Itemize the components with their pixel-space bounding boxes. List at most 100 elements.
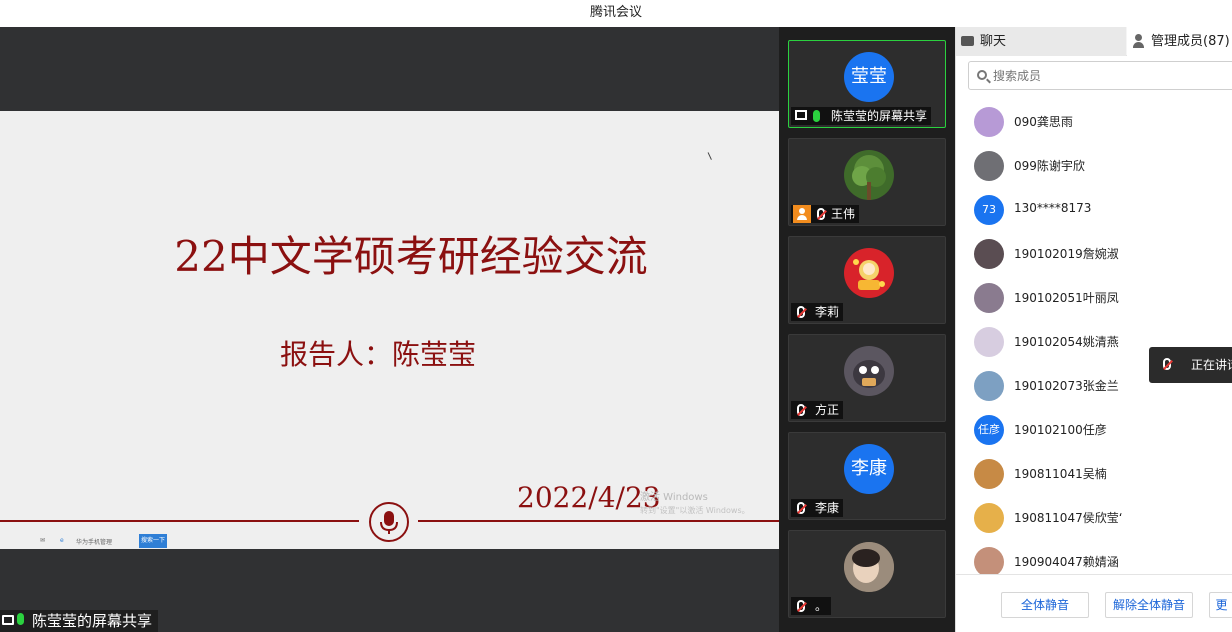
screen-share-icon [795,110,807,120]
video-tile[interactable]: 。 [788,530,946,618]
window-title: 腾讯会议 [0,0,1232,27]
tab-manage-members[interactable]: 管理成员(87) [1127,27,1232,56]
avatar [974,107,1004,137]
member-name: 190811047侯欣莹‘ [1014,511,1123,525]
member-name: 190102051叶丽凤 [1014,291,1119,305]
avatar [844,150,894,200]
avatar [844,542,894,592]
screen-share-icon [2,615,14,625]
participant-name: 。 [815,599,828,613]
search-input[interactable] [993,66,1223,86]
mic-muted-icon [797,404,805,416]
user-icon [793,205,811,223]
member-name: 130****8173 [1014,201,1092,215]
tab-members-label: 管理成员(87) [1151,34,1230,49]
participant-name: 方正 [815,403,840,417]
tile-name-label: 王伟 [791,205,860,223]
avatar: 73 [974,195,1004,225]
avatar [844,346,894,396]
member-name: 190811041吴楠 [1014,467,1107,481]
tile-name-label: 李康 [791,499,844,517]
member-name: 190102073张金兰 [1014,379,1119,393]
participant-name: 王伟 [831,207,856,221]
avatar: 任彦 [974,415,1004,445]
member-item[interactable]: 73 130****8173 [974,193,1224,227]
tile-name-label: 方正 [791,401,844,419]
member-search[interactable] [968,61,1232,90]
avatar: 李康 [844,444,894,494]
member-name: 090龚思雨 [1014,115,1073,129]
video-tile[interactable]: 王伟 [788,138,946,226]
tab-chat[interactable]: 聊天 [956,27,1126,56]
slide-divider-left [0,520,359,522]
participant-name: 李康 [815,501,840,515]
mute-all-button[interactable]: 全体静音 [1001,592,1089,618]
speaking-toast-text: 正在讲话 [1191,358,1232,372]
panel-tabs: 聊天 管理成员(87) [956,27,1232,56]
member-name: 190904047赖婧涵 [1014,555,1119,569]
taskbar-ie-icon: e [60,537,64,544]
member-icon [1133,34,1144,48]
taskbar-search-button: 搜索一下 [139,534,167,548]
avatar [974,239,1004,269]
video-tiles-column[interactable]: 莹莹 陈莹莹的屏幕共享 王伟 李莉 方正 李康 李康 。 [779,27,955,632]
search-icon [977,70,987,80]
member-actions-bar: 全体静音 解除全体静音 更 [956,574,1232,632]
chat-icon [961,36,974,46]
presentation-slide: 22中文学硕考研经验交流 报告人：陈莹莹 2022/4/23 激活 Window… [0,111,779,549]
member-name: 190102054姚清燕 [1014,335,1119,349]
member-name: 190102019詹婉淑 [1014,247,1119,261]
avatar [974,459,1004,489]
video-tile[interactable]: 方正 [788,334,946,422]
member-item[interactable]: 190102051叶丽凤 [974,281,1224,315]
member-name: 099陈谢宇欣 [1014,159,1085,173]
member-item[interactable]: 190811047侯欣莹‘ [974,501,1224,535]
participant-name: 李莉 [815,305,840,319]
avatar [974,283,1004,313]
avatar [974,327,1004,357]
member-item[interactable]: 任彦 190102100任彦 [974,413,1224,447]
mic-active-icon [813,110,820,122]
avatar [974,503,1004,533]
mic-muted-icon [797,306,805,318]
slide-reporter: 报告人：陈莹莹 [279,338,476,371]
mic-muted-icon [797,502,805,514]
embedded-taskbar: ✉ e 华为手机管理 搜索一下 [40,534,180,548]
avatar [844,248,894,298]
mic-muted-icon [797,600,805,612]
tile-name-label: 李莉 [791,303,844,321]
tab-chat-label: 聊天 [980,34,1007,49]
avatar [974,371,1004,401]
more-button[interactable]: 更 [1209,592,1232,618]
taskbar-item: 华为手机管理 [76,539,113,546]
member-item[interactable]: 099陈谢宇欣 [974,149,1224,183]
video-tile[interactable]: 莹莹 陈莹莹的屏幕共享 [788,40,946,128]
mic-muted-icon [817,208,825,220]
slide-title: 22中文学硕考研经验交流 [174,232,648,281]
activation-watermark-hint: 转到"设置"以激活 Windows。 [640,506,750,515]
member-item[interactable]: 090龚思雨 [974,105,1224,139]
member-item[interactable]: 190102019詹婉淑 [974,237,1224,271]
screen-share-label: 陈莹莹的屏幕共享 [0,610,159,632]
video-tile[interactable]: 李莉 [788,236,946,324]
unmute-all-button[interactable]: 解除全体静音 [1105,592,1193,618]
video-tile[interactable]: 李康 李康 [788,432,946,520]
member-item[interactable]: 190811041吴楠 [974,457,1224,491]
mic-active-icon [17,613,24,625]
side-panel: 聊天 管理成员(87) 090龚思雨 099陈谢宇欣 73 130****8173… [955,27,1232,632]
speaking-toast: 正在讲话 [1149,347,1232,383]
shared-screen-area: 22中文学硕考研经验交流 报告人：陈莹莹 2022/4/23 激活 Window… [0,27,779,632]
taskbar-mail-icon: ✉ [40,537,46,544]
avatar [974,547,1004,577]
tile-name-label: 。 [791,597,832,615]
participant-name: 陈莹莹的屏幕共享 [831,109,928,123]
mouse-cursor [707,150,717,160]
member-name: 190102100任彦 [1014,423,1107,437]
avatar [974,151,1004,181]
slide-divider-right [418,520,779,522]
tile-name-label: 陈莹莹的屏幕共享 [791,107,932,125]
screen-share-name: 陈莹莹的屏幕共享 [32,612,153,630]
activation-watermark: 激活 Windows [640,492,708,503]
mic-muted-icon [1163,358,1171,370]
slide-mic-icon [369,502,409,542]
